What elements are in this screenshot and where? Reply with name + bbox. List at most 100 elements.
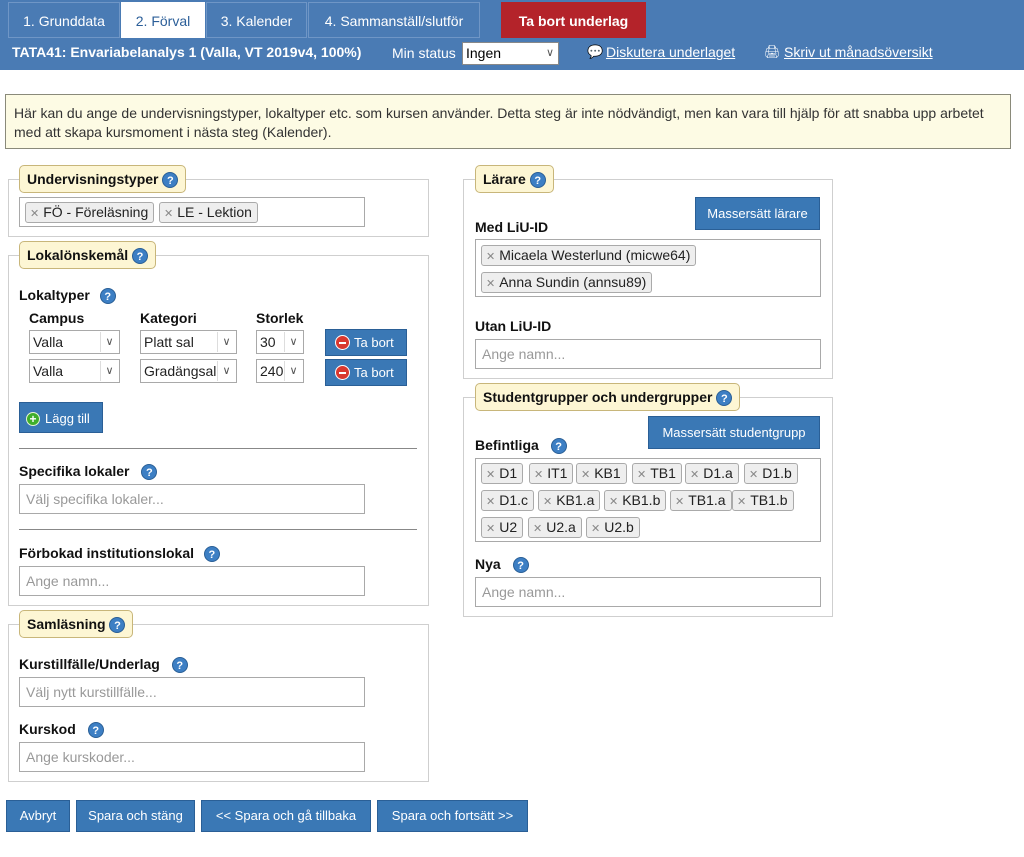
tag-label: U2.b [604, 519, 634, 535]
min-status-value: Ingen [466, 45, 502, 61]
size-select[interactable]: 240 ∨ [256, 359, 304, 383]
remove-tag-icon[interactable]: ✕ [164, 208, 173, 220]
save-next-button[interactable]: Spara och fortsätt >> [377, 800, 528, 832]
student-groups-legend: Studentgrupper och undergrupper ? [475, 383, 741, 411]
remove-tag-icon[interactable]: ✕ [30, 208, 39, 220]
remove-tag-icon[interactable]: ✕ [690, 469, 699, 481]
course-instance-input[interactable]: Välj nytt kurstillfälle... [19, 677, 365, 707]
remove-tag-icon[interactable]: ✕ [486, 469, 495, 481]
group-tag[interactable]: ✕ KB1.b [604, 490, 667, 511]
tag-label: TB1.a [688, 492, 726, 508]
tab-sammanstall[interactable]: 4. Sammanställ/slutför [308, 2, 480, 38]
course-code-input[interactable]: Ange kurskoder... [19, 742, 365, 772]
help-icon[interactable]: ? [109, 617, 126, 634]
help-icon[interactable]: ? [203, 546, 220, 563]
group-tag[interactable]: ✕ TB1.a [670, 490, 732, 511]
cancel-button[interactable]: Avbryt [6, 800, 70, 832]
divider [19, 448, 417, 449]
remove-tag-icon[interactable]: ✕ [581, 469, 590, 481]
specific-rooms-input[interactable]: Välj specifika lokaler... [19, 484, 365, 514]
remove-tag-icon[interactable]: ✕ [637, 469, 646, 481]
course-title: TATA41: Envariabelanalys 1 (Valla, VT 20… [12, 44, 362, 60]
existing-groups-input[interactable]: ✕ D1 ✕ IT1 ✕ KB1 ✕ TB1 ✕ D1.a ✕ D1.b ✕ D1.c ✕ KB… [475, 458, 821, 542]
group-tag[interactable]: ✕ D1.c [481, 490, 535, 511]
new-groups-input[interactable]: Ange namn... [475, 577, 821, 607]
group-tag[interactable]: ✕ KB1 [576, 463, 627, 484]
category-select[interactable]: Platt sal ∨ [140, 330, 237, 354]
group-tag[interactable]: ✕ D1.a [685, 463, 739, 484]
save-back-button[interactable]: << Spara och gå tillbaka [201, 800, 371, 832]
group-tag[interactable]: ✕ TB1.b [732, 490, 794, 511]
group-tag[interactable]: ✕ U2 [481, 517, 524, 538]
group-tag[interactable]: ✕ IT1 [529, 463, 574, 484]
tag-label: TB1.b [750, 492, 788, 508]
campus-select[interactable]: Valla ∨ [29, 330, 120, 354]
size-select[interactable]: 30 ∨ [256, 330, 304, 354]
help-icon[interactable]: ? [529, 172, 546, 189]
remove-tag-icon[interactable]: ✕ [737, 496, 746, 508]
existing-groups-text: Befintliga [475, 437, 539, 453]
help-icon[interactable]: ? [512, 557, 529, 574]
tag-label: D1.a [703, 465, 733, 481]
course-instance-text: Kurstillfälle/Underlag [19, 656, 160, 672]
divider [19, 529, 417, 530]
remove-tag-icon[interactable]: ✕ [486, 278, 495, 290]
min-status-select[interactable]: Ingen ∨ [462, 42, 559, 65]
specific-rooms-text: Specifika lokaler [19, 463, 130, 479]
group-tag[interactable]: ✕ TB1 [632, 463, 682, 484]
remove-tag-icon[interactable]: ✕ [534, 469, 543, 481]
help-icon[interactable]: ? [141, 464, 158, 481]
category-select[interactable]: Gradängsal ∨ [140, 359, 237, 383]
chevron-down-icon: ∨ [217, 361, 235, 381]
help-icon[interactable]: ? [162, 172, 179, 189]
tab-forval[interactable]: 2. Förval [121, 2, 205, 38]
remove-tag-icon[interactable]: ✕ [749, 469, 758, 481]
teaching-types-input[interactable]: ✕ FÖ - Föreläsning ✕ LE - Lektion [19, 197, 365, 227]
remove-tag-icon[interactable]: ✕ [486, 251, 495, 263]
help-icon[interactable]: ? [550, 438, 567, 455]
remove-room-button[interactable]: Ta bort [325, 359, 407, 386]
remove-tag-icon[interactable]: ✕ [591, 523, 600, 535]
print-link[interactable]: Skriv ut månadsöversikt [784, 44, 933, 60]
group-tag[interactable]: ✕ U2.a [528, 517, 582, 538]
mass-replace-teachers-button[interactable]: Massersätt lärare [695, 197, 820, 230]
remove-tag-icon[interactable]: ✕ [486, 523, 495, 535]
booked-room-input[interactable]: Ange namn... [19, 566, 365, 596]
remove-tag-icon[interactable]: ✕ [609, 496, 618, 508]
save-close-button[interactable]: Spara och stäng [76, 800, 195, 832]
group-tag[interactable]: ✕ D1 [481, 463, 524, 484]
remove-label: Ta bort [354, 335, 394, 350]
tag-fo[interactable]: ✕ FÖ - Föreläsning [25, 202, 155, 223]
tag-label: FÖ - Föreläsning [43, 204, 149, 220]
teacher-tag[interactable]: ✕ Anna Sundin (annsu89) [481, 272, 653, 293]
tag-label: D1.b [762, 465, 792, 481]
delete-underlag-tab[interactable]: Ta bort underlag [501, 2, 646, 38]
group-tag[interactable]: ✕ D1.b [744, 463, 798, 484]
col-size: Storlek [256, 310, 304, 326]
teachers-with-id-input[interactable]: ✕ Micaela Westerlund (micwe64) ✕ Anna Sund… [475, 239, 821, 297]
tab-kalender[interactable]: 3. Kalender [206, 2, 307, 38]
remove-room-button[interactable]: Ta bort [325, 329, 407, 356]
tag-label: KB1.b [622, 492, 661, 508]
remove-tag-icon[interactable]: ✕ [543, 496, 552, 508]
help-icon[interactable]: ? [132, 248, 149, 265]
group-tag[interactable]: ✕ U2.b [586, 517, 640, 538]
tab-grunddata[interactable]: 1. Grunddata [8, 2, 120, 38]
discuss-link[interactable]: Diskutera underlaget [606, 44, 735, 60]
help-icon[interactable]: ? [99, 288, 116, 305]
remove-tag-icon[interactable]: ✕ [675, 496, 684, 508]
remove-tag-icon[interactable]: ✕ [533, 523, 542, 535]
with-liu-id-label: Med LiU-ID [475, 219, 549, 235]
tag-le[interactable]: ✕ LE - Lektion [159, 202, 258, 223]
add-room-type-button[interactable]: + Lägg till [19, 402, 103, 433]
campus-select[interactable]: Valla ∨ [29, 359, 120, 383]
header-bar: 1. Grunddata 2. Förval 3. Kalender 4. Sa… [0, 0, 1024, 70]
remove-tag-icon[interactable]: ✕ [486, 496, 495, 508]
teachers-without-id-input[interactable]: Ange namn... [475, 339, 821, 369]
help-icon[interactable]: ? [87, 722, 104, 739]
help-icon[interactable]: ? [171, 657, 188, 674]
help-icon[interactable]: ? [716, 390, 733, 407]
group-tag[interactable]: ✕ KB1.a [538, 490, 601, 511]
teacher-tag[interactable]: ✕ Micaela Westerlund (micwe64) [481, 245, 697, 266]
mass-replace-groups-button[interactable]: Massersätt studentgrupp [648, 416, 820, 449]
